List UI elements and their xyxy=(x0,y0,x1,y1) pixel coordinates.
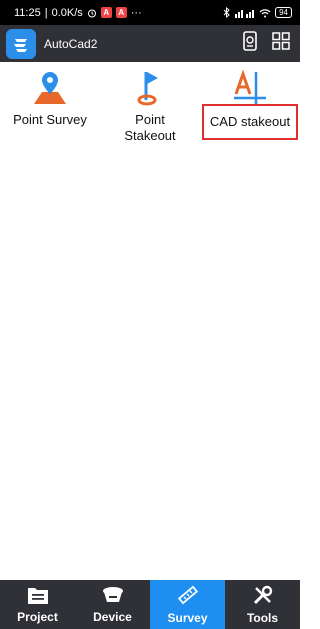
point-stakeout-label: Point Stakeout xyxy=(124,112,176,143)
grid-menu-icon[interactable] xyxy=(272,32,290,55)
tools-icon xyxy=(252,584,274,609)
point-survey-icon xyxy=(30,68,70,108)
signal-icon xyxy=(235,8,255,18)
nav-survey-label: Survey xyxy=(167,611,208,625)
nav-device-label: Device xyxy=(93,610,132,624)
point-stakeout-tile[interactable]: Point Stakeout xyxy=(100,62,200,144)
nav-project[interactable]: Project xyxy=(0,580,75,629)
nav-survey[interactable]: Survey xyxy=(150,580,225,629)
bluetooth-icon xyxy=(223,7,231,18)
alarm-icon xyxy=(87,8,97,18)
cad-stakeout-icon xyxy=(230,68,270,108)
nav-tools[interactable]: Tools xyxy=(225,580,300,629)
point-survey-tile[interactable]: Point Survey xyxy=(0,62,100,144)
survey-icon xyxy=(177,584,199,609)
cad-stakeout-label: CAD stakeout xyxy=(201,104,299,140)
device-connect-icon[interactable] xyxy=(242,31,258,56)
more-notifications-icon: ··· xyxy=(130,6,142,19)
survey-function-grid: Point Survey Point Stakeout CAD stakeout xyxy=(0,62,300,144)
cad-stakeout-tile[interactable]: CAD stakeout xyxy=(200,62,300,144)
app-title: AutoCad2 xyxy=(44,36,98,51)
app-logo-icon xyxy=(6,28,36,59)
wifi-icon xyxy=(259,8,271,18)
nav-tools-label: Tools xyxy=(246,611,279,625)
point-stakeout-icon xyxy=(130,68,170,108)
battery-level: 94 xyxy=(275,7,292,18)
bottom-nav: Project Device Survey Tools xyxy=(0,580,300,629)
notification-app-icon-2: A xyxy=(115,7,127,18)
device-icon xyxy=(101,585,125,608)
point-survey-label: Point Survey xyxy=(13,112,87,127)
status-network-speed: 0.0K/s xyxy=(51,6,83,19)
nav-project-label: Project xyxy=(17,610,58,624)
notification-app-icon: A xyxy=(100,7,112,18)
nav-device[interactable]: Device xyxy=(75,580,150,629)
status-bar: 11:25 | 0.0K/s A A ··· 94 xyxy=(0,0,300,25)
app-bar: AutoCad2 xyxy=(0,25,300,62)
status-time: 11:25 xyxy=(14,6,41,19)
project-icon xyxy=(27,585,49,608)
